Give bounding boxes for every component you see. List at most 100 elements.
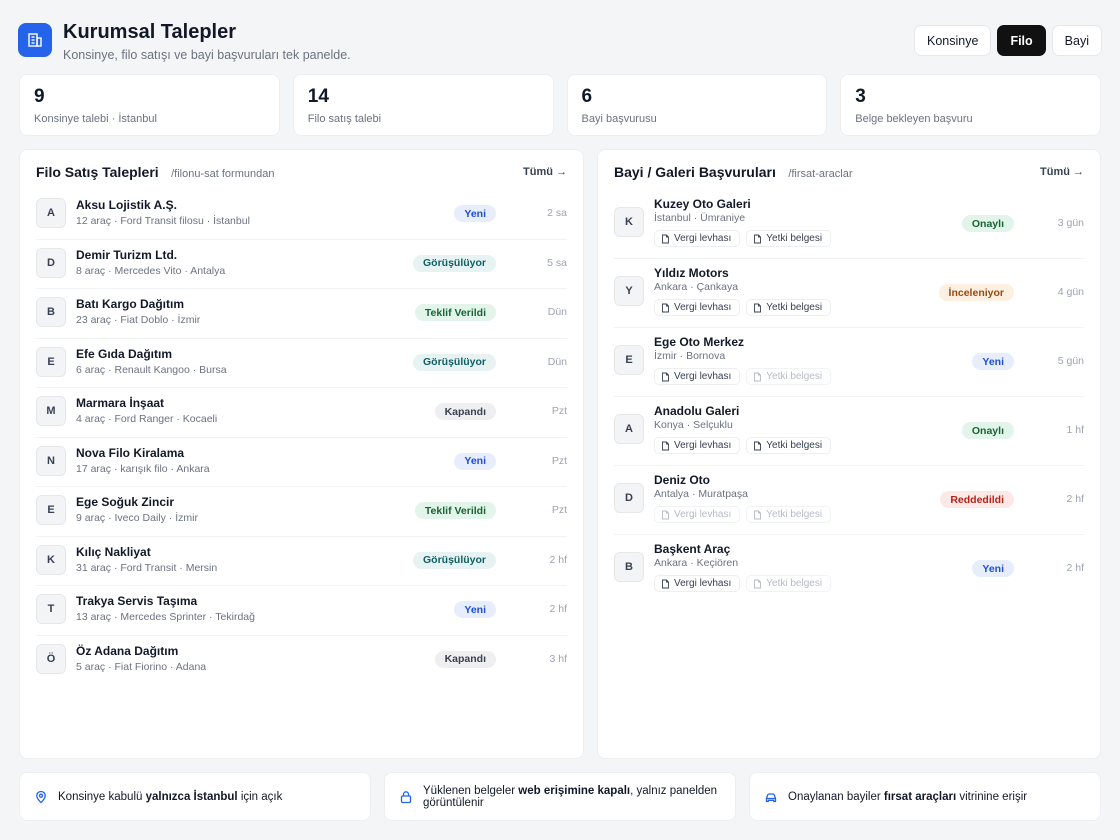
doc-chip-authorization[interactable]: Yetki belgesi xyxy=(746,230,832,247)
timestamp: 2 hf xyxy=(1066,493,1084,505)
dealer-row[interactable]: Y Yıldız Motors Ankara · Çankaya Vergi levh… xyxy=(614,259,1084,328)
status-badge: Reddedildi xyxy=(940,491,1014,508)
timestamp: Pzt xyxy=(551,405,567,417)
doc-chip-authorization[interactable]: Yetki belgesi xyxy=(746,299,832,316)
doc-chip-tax[interactable]: Vergi levhası xyxy=(654,299,741,316)
tab-filo[interactable]: Filo xyxy=(997,25,1046,56)
request-meta: 8 araç · Mercedes Vito · Antalya xyxy=(76,264,226,277)
doc-chip-tax[interactable]: Vergi levhası xyxy=(654,575,741,592)
footer-note-emphasis: yalnızca İstanbul xyxy=(145,790,238,803)
status-badge: Yeni xyxy=(972,353,1014,370)
dealer-row[interactable]: E Ege Oto Merkez İzmir · Bornova Vergi levh… xyxy=(614,328,1084,397)
doc-chip-label: Vergi levhası xyxy=(674,302,732,313)
fleet-panel-title: Filo Satış Talepleri xyxy=(36,164,159,180)
dealer-row[interactable]: A Anadolu Galeri Konya · Selçuklu Vergi lev… xyxy=(614,397,1084,466)
stat-card: 6 Bayi başvurusu xyxy=(566,74,828,136)
status-badge: Yeni xyxy=(454,601,496,618)
doc-chip-label: Yetki belgesi xyxy=(766,233,823,244)
doc-chip-tax[interactable]: Vergi levhası xyxy=(654,230,741,247)
dealer-location: Antalya · Muratpaşa xyxy=(654,488,748,500)
timestamp: 5 sa xyxy=(547,256,567,269)
dealer-name: Yıldız Motors xyxy=(654,266,729,280)
status-badge: Yeni xyxy=(454,205,496,222)
avatar: M xyxy=(36,396,66,426)
doc-chip-authorization[interactable]: Yetki belgesi xyxy=(746,437,832,454)
dealer-row[interactable]: B Başkent Araç Ankara · Keçiören Vergi levh… xyxy=(614,535,1084,604)
document-icon xyxy=(662,303,669,312)
avatar: Ö xyxy=(36,643,66,674)
request-meta: 31 araç · Ford Transit · Mersin xyxy=(76,561,218,574)
stat-value: 14 xyxy=(307,86,329,107)
tab-bayi[interactable]: Bayi xyxy=(1051,25,1102,56)
company-name: Trakya Servis Taşıma xyxy=(76,594,198,608)
page-subtitle: Konsinye, filo satışı ve bayi başvurular… xyxy=(63,48,351,62)
company-name: Demir Turizm Ltd. xyxy=(76,247,178,262)
stat-value: 9 xyxy=(34,86,45,107)
fleet-row[interactable]: A Aksu Lojistik A.Ş. 12 araç · Ford Transi… xyxy=(36,190,567,240)
fleet-panel: Filo Satış Talepleri /filonu-sat formund… xyxy=(19,149,584,759)
document-chips: Vergi levhası Yetki belgesi xyxy=(654,506,832,523)
fleet-row[interactable]: B Batı Kargo Dağıtım 23 araç · Fiat Doblo … xyxy=(36,289,567,339)
doc-chip-label: Yetki belgesi xyxy=(766,302,823,313)
doc-chip-label: Yetki belgesi xyxy=(766,509,823,520)
fleet-row[interactable]: E Efe Gıda Dağıtım 6 araç · Renault Kangoo… xyxy=(36,339,567,388)
dealer-row[interactable]: K Kuzey Oto Galeri İstanbul · Ümraniye Verg… xyxy=(614,190,1084,259)
fleet-row[interactable]: N Nova Filo Kiralama 17 araç · karışık fil… xyxy=(36,438,567,487)
avatar: A xyxy=(614,414,644,444)
request-meta: 9 araç · Iveco Daily · İzmir xyxy=(76,512,198,524)
status-badge: Görüşülüyor xyxy=(412,353,496,371)
timestamp: 4 gün xyxy=(1057,286,1084,298)
status-badge: Görüşülüyor xyxy=(412,254,496,272)
document-icon xyxy=(754,579,762,588)
document-icon xyxy=(754,441,762,450)
dealer-list: K Kuzey Oto Galeri İstanbul · Ümraniye Verg… xyxy=(614,190,1084,604)
doc-chip-tax[interactable]: Vergi levhası xyxy=(654,368,741,385)
document-chips: Vergi levhası Yetki belgesi xyxy=(654,575,832,592)
dealer-location: İzmir · Bornova xyxy=(654,350,726,362)
car-icon xyxy=(764,790,778,804)
fleet-row[interactable]: M Marmara İnşaat 4 araç · Ford Ranger · Ko… xyxy=(36,388,567,438)
doc-chip-label: Yetki belgesi xyxy=(766,578,823,589)
doc-chip-tax[interactable]: Vergi levhası xyxy=(654,437,741,454)
timestamp: 2 sa xyxy=(547,207,567,219)
document-chips: Vergi levhası Yetki belgesi xyxy=(654,230,832,247)
document-icon xyxy=(662,510,669,519)
company-name: Batı Kargo Dağıtım xyxy=(76,297,185,311)
dealer-row[interactable]: D Deniz Oto Antalya · Muratpaşa Vergi levha… xyxy=(614,466,1084,535)
document-icon xyxy=(662,234,669,243)
status-badge: Görüşülüyor xyxy=(412,551,496,569)
timestamp: 5 gün xyxy=(1057,355,1084,367)
dealer-view-all-link[interactable]: Tümü → xyxy=(1040,166,1084,178)
company-name: Efe Gıda Dağıtım xyxy=(76,346,173,361)
fleet-row[interactable]: D Demir Turizm Ltd. 8 araç · Mercedes Vito… xyxy=(36,240,567,289)
dealer-panel-title: Bayi / Galeri Başvuruları xyxy=(614,164,776,180)
avatar: K xyxy=(614,207,644,237)
fleet-row[interactable]: T Trakya Servis Taşıma 13 araç · Mercedes … xyxy=(36,586,567,636)
avatar: T xyxy=(36,594,66,624)
fleet-row[interactable]: Ö Öz Adana Dağıtım 5 araç · Fiat Fiorino ·… xyxy=(36,636,567,686)
tab-konsinye[interactable]: Konsinye xyxy=(914,25,992,56)
dealer-panel-path: /firsat-araclar xyxy=(788,168,853,180)
request-meta: 13 araç · Mercedes Sprinter · Tekirdağ xyxy=(76,611,255,623)
fleet-row[interactable]: E Ege Soğuk Zincir 9 araç · Iveco Daily · … xyxy=(36,487,567,537)
footer-note: Konsinye kabulü yalnızca İstanbul için a… xyxy=(19,772,371,821)
stat-card: 3 Belge bekleyen başvuru xyxy=(840,74,1101,136)
timestamp: 2 hf xyxy=(549,603,567,615)
document-icon xyxy=(662,372,669,381)
request-meta: 6 araç · Renault Kangoo · Bursa xyxy=(76,363,227,376)
timestamp: 2 hf xyxy=(549,553,567,566)
fleet-row[interactable]: K Kılıç Nakliyat 31 araç · Ford Transit · … xyxy=(36,537,567,586)
avatar: D xyxy=(36,247,66,278)
fleet-view-all-link[interactable]: Tümü → xyxy=(523,166,567,178)
dealer-name: Deniz Oto xyxy=(654,473,710,487)
dealer-panel: Bayi / Galeri Başvuruları /firsat-aracla… xyxy=(597,149,1101,759)
footer-notes: Konsinye kabulü yalnızca İstanbul için a… xyxy=(19,772,1101,821)
stat-label: Konsinye talebi · İstanbul xyxy=(34,113,157,125)
doc-chip-label: Vergi levhası xyxy=(674,440,732,451)
avatar: B xyxy=(614,552,644,582)
stat-label: Filo satış talebi xyxy=(307,113,382,125)
timestamp: Dün xyxy=(547,355,567,368)
footer-note: Yüklenen belgeler web erişimine kapalı, … xyxy=(384,772,736,821)
doc-chip-authorization: Yetki belgesi xyxy=(746,368,832,385)
footer-note: Onaylanan bayiler fırsat araçları vitrin… xyxy=(749,772,1101,821)
